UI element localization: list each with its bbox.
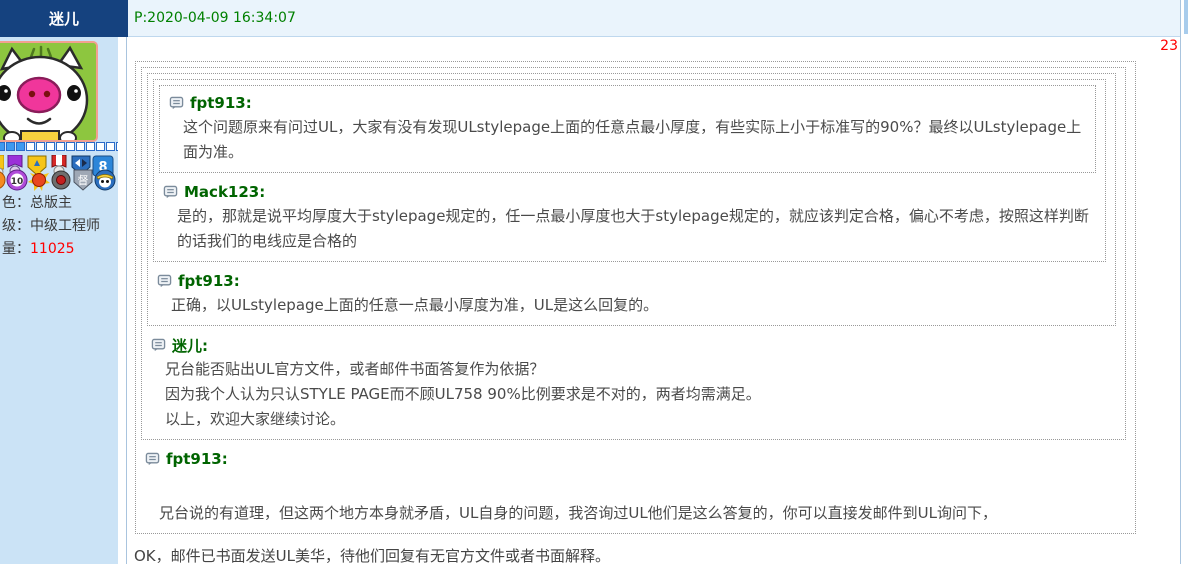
pip-square [36,142,45,151]
user-points-line: 量：11025 [2,238,118,261]
quote-header: fpt913: [165,91,1086,115]
user-role-line: 色：总版主 [2,192,118,215]
quote-text: 这个问题原来有问过UL，大家有没有发现ULstylepage上面的任意点最小厚度… [165,115,1086,165]
user-points-value: 11025 [30,241,75,257]
quote-author: Mack123: [184,183,265,201]
quote-text: 以上，欢迎大家继续讨论。 [147,407,1116,432]
pip-square [86,142,95,151]
quote-author: fpt913: [190,94,252,112]
medal-flame-icon [28,169,50,191]
post-content: fpt913: 这个问题原来有问过UL，大家有没有发现ULstylepage上面… [127,37,1180,564]
pip-square [0,142,5,151]
medal-du-icon: 督 [72,169,94,191]
badge-du-label: 督 [78,173,89,187]
pig-avatar[interactable] [0,41,98,142]
quote-author: fpt913: [166,450,228,468]
post-time-bar: P:2020-04-09 16:34:07 [127,0,1180,37]
quote-header: 迷儿: [147,333,1116,357]
quote-icon [145,452,160,467]
quote-block-mack123: fpt913: 这个问题原来有问过UL，大家有没有发现ULstylepage上面… [153,79,1106,262]
quote-header: fpt913: [153,269,1106,293]
user-level-line: 级：中级工程师 [2,215,118,238]
quote-block-fpt913-inner: fpt913: 这个问题原来有问过UL，大家有没有发现ULstylepage上面… [159,85,1096,173]
quote-block-fpt913-outer: fpt913: 这个问题原来有问过UL，大家有没有发现ULstylepage上面… [135,61,1136,534]
pip-square [26,142,35,151]
quote-icon [169,96,184,111]
quote-icon [157,274,172,289]
forum-post-page: 8 10 督 [0,0,1188,564]
pip-square [106,142,115,151]
quote-text: 因为我个人认为只认STYLE PAGE而不顾UL758 90%比例要求是不对的，… [147,382,1116,407]
medal-skull-icon [94,169,116,191]
quote-text: 兄台说的有道理，但这两个地方本身就矛盾，UL自身的问题，我咨询过UL他们是这么答… [141,501,1126,526]
pip-square [16,142,25,151]
user-stats: 色：总版主 级：中级工程师 量：11025 [2,192,118,261]
post-timestamp: P:2020-04-09 16:34:07 [134,10,296,26]
quote-text: 是的，那就是说平均厚度大于stylepage规定的，任一点最小厚度也大于styl… [159,204,1096,254]
username-label: 迷儿 [49,8,79,29]
quote-text: 兄台能否贴出UL官方文件，或者邮件书面答复作为依据？ [147,357,1116,382]
pip-square [66,142,75,151]
user-sidebar: 8 10 督 [0,0,118,564]
quote-header: Mack123: [159,180,1096,204]
pip-square [96,142,105,151]
badge-10-label: 10 [11,177,24,187]
quote-author: 迷儿: [172,335,208,356]
quote-block-mier: fpt913: 这个问题原来有问过UL，大家有没有发现ULstylepage上面… [141,67,1126,440]
scrollbar-thumb[interactable] [1184,0,1188,34]
pip-square [56,142,65,151]
quote-icon [151,338,166,353]
pip-square [76,142,85,151]
pip-bar [0,142,118,153]
post-panel: P:2020-04-09 16:34:07 [126,0,1181,564]
quote-header: fpt913: [141,447,1126,471]
quote-author: fpt913: [178,272,240,290]
quote-text: 正确，以ULstylepage上面的任意一点最小厚度为准，UL是这么回复的。 [153,293,1106,318]
post-paragraph: OK，邮件已书面发送UL美华，待他们回复有无官方文件或者书面解释。 [133,544,1172,564]
quote-icon [163,185,178,200]
medal-row-bottom: 10 督 [0,169,116,191]
floor-number: 23 [1160,38,1178,54]
pig-avatar-image [0,43,98,142]
pip-square [116,142,118,151]
quote-block-fpt913-mid: fpt913: 这个问题原来有问过UL，大家有没有发现ULstylepage上面… [147,73,1116,326]
pip-square [46,142,55,151]
user-points-label: 量： [2,241,30,257]
medal-pink-10-icon: 10 [6,169,28,191]
medal-gear-icon [50,169,72,191]
username-header: 迷儿 [0,0,128,37]
pip-square [6,142,15,151]
